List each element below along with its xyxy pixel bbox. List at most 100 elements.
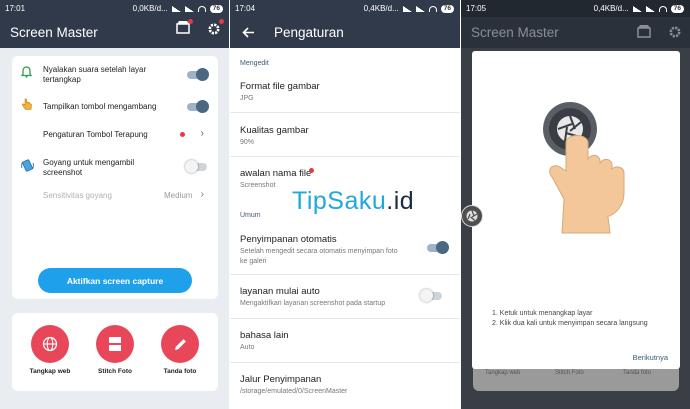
setting-title: Kualitas gambar	[240, 125, 309, 136]
web-capture-button[interactable]: Tangkap web	[20, 325, 80, 375]
setting-auto-start-service[interactable]: layanan mulai auto Mengaktifkan layanan …	[230, 275, 460, 319]
app-bar: Pengaturan	[230, 17, 460, 48]
wifi-icon	[658, 5, 667, 12]
floating-button-settings-row[interactable]: Pengaturan Tombol Terapung ›	[12, 126, 218, 142]
setting-image-quality[interactable]: Kualitas gambar 90%	[230, 113, 460, 157]
clapper-icon	[637, 25, 651, 38]
shutter-icon	[466, 210, 478, 222]
stitch-icon	[109, 337, 121, 351]
shake-sensitivity-row[interactable]: Sensitivitas goyang Medium ›	[12, 187, 218, 203]
setting-value: JPG	[240, 95, 254, 102]
signal-icon	[645, 5, 655, 12]
gallery-button[interactable]	[176, 19, 193, 39]
network-speed: 0,4KB/d...	[363, 4, 399, 13]
header-area: 17:04 0,4KB/d... 76 Pengaturan	[230, 0, 460, 48]
setting-language[interactable]: bahasa lain Auto	[230, 319, 460, 363]
setting-title: layanan mulai auto	[240, 286, 320, 297]
enable-capture-button[interactable]: Aktifkan screen capture	[38, 268, 192, 293]
mode-label: Tanda foto	[163, 368, 197, 375]
shake-phone-icon	[21, 159, 34, 172]
mode-label: Tangkap web	[29, 368, 71, 375]
battery-icon: 76	[440, 4, 454, 13]
setting-title: bahasa lain	[240, 330, 289, 341]
floating-button-toggle[interactable]	[187, 100, 209, 113]
wifi-icon	[197, 5, 206, 12]
screenshot-composite: 17:01 0,0KB/d... 76 Screen Master Nyalak…	[0, 0, 690, 409]
globe-icon	[42, 336, 58, 352]
section-header-editing: Mengedit	[240, 60, 269, 67]
setting-title: awalan nama file	[240, 168, 312, 179]
battery-icon: 76	[209, 4, 223, 13]
setting-file-format[interactable]: Format file gambar JPG	[230, 70, 460, 113]
setting-label: Nyalakan suara setelah layar tertangkap	[43, 65, 147, 84]
auto-start-toggle[interactable]	[420, 289, 442, 302]
status-time: 17:05	[466, 4, 487, 13]
instructions: 1. Ketuk untuk menangkap layar 2. Klik d…	[492, 310, 648, 327]
section-header-general: Umum	[240, 212, 261, 219]
status-bar: 17:01 0,0KB/d... 76	[0, 0, 229, 17]
signal-icon	[402, 5, 412, 12]
mark-photo-button[interactable]: Tanda foto	[150, 325, 210, 375]
setting-value: 90%	[240, 139, 255, 146]
chevron-right-icon: ›	[200, 189, 204, 200]
notification-dot	[188, 19, 193, 24]
sensitivity-value: Medium	[164, 191, 193, 200]
signal-icon	[632, 5, 642, 12]
settings-card: Nyalakan suara setelah layar tertangkap …	[12, 56, 218, 299]
settings-button[interactable]	[207, 19, 224, 41]
mode-label: Stitch Foto	[98, 368, 132, 375]
notification-dot	[180, 132, 185, 137]
setting-value: Mengaktifkan layanan screenshot pada sta…	[240, 300, 386, 307]
sound-after-capture-row[interactable]: Nyalakan suara setelah layar tertangkap	[12, 64, 218, 92]
setting-value: /storage/emulated/0/ScreenMaster	[240, 388, 348, 395]
stitch-photo-button[interactable]: Stitch Foto	[85, 325, 145, 375]
modes-card: Tangkap web Stitch Foto Tanda foto	[12, 313, 218, 391]
setting-label: Pengaturan Tombol Terapung	[43, 130, 148, 139]
gear-icon	[669, 26, 681, 38]
tutorial-screen: 17:05 0,4KB/d... 76 Screen Master Tangka…	[461, 0, 690, 409]
gear-icon	[208, 23, 220, 35]
app-bar: Screen Master	[0, 17, 229, 48]
setting-storage-path[interactable]: Jalur Penyimpanan /storage/emulated/0/Sc…	[230, 363, 460, 409]
hand-pointer-icon	[22, 98, 32, 110]
tutorial-dialog: 1. Ketuk untuk menangkap layar 2. Klik d…	[472, 51, 680, 369]
status-time: 17:04	[235, 4, 256, 13]
battery-icon: 76	[670, 4, 684, 13]
setting-title: Penyimpanan otomatis	[240, 234, 337, 245]
floating-capture-button[interactable]	[461, 205, 483, 227]
sound-toggle[interactable]	[187, 68, 209, 81]
shake-toggle[interactable]	[185, 160, 207, 173]
signal-icon	[171, 5, 181, 12]
setting-title: Jalur Penyimpanan	[240, 374, 322, 385]
setting-label: Tampilkan tombol mengambang	[43, 102, 157, 111]
setting-auto-save[interactable]: Penyimpanan otomatis Setelah mengedit se…	[230, 224, 460, 275]
back-arrow-icon[interactable]	[242, 27, 255, 38]
page-title: Pengaturan	[274, 25, 344, 40]
pencil-icon	[174, 338, 186, 350]
next-button[interactable]: Berikutnya	[633, 353, 668, 362]
tap-illustration	[543, 102, 625, 234]
app-title: Screen Master	[471, 25, 559, 40]
signal-icon	[415, 5, 425, 12]
notification-dot	[309, 168, 314, 173]
bell-icon	[21, 66, 32, 78]
shake-to-capture-row[interactable]: Goyang untuk mengambil screenshot	[12, 156, 218, 184]
auto-save-toggle[interactable]	[427, 241, 449, 254]
app-bar-dimmed: Screen Master	[461, 17, 690, 48]
wifi-icon	[428, 5, 437, 12]
setting-title: Format file gambar	[240, 81, 320, 92]
header-area: 17:01 0,0KB/d... 76 Screen Master	[0, 0, 229, 48]
status-bar: 17:05 0,4KB/d... 76	[461, 0, 690, 17]
network-speed: 0,4KB/d...	[593, 4, 629, 13]
notification-dot	[219, 19, 224, 24]
setting-value: Auto	[240, 344, 255, 351]
network-speed: 0,0KB/d...	[132, 4, 168, 13]
app-title: Screen Master	[10, 25, 98, 40]
main-screen: 17:01 0,0KB/d... 76 Screen Master Nyalak…	[0, 0, 229, 409]
floating-button-row[interactable]: Tampilkan tombol mengambang	[12, 98, 218, 115]
setting-label: Goyang untuk mengambil screenshot	[43, 158, 135, 177]
status-bar: 17:04 0,4KB/d... 76	[230, 0, 460, 17]
setting-label: Sensitivitas goyang	[43, 191, 112, 200]
setting-value: Setelah mengedit secara otomatis menyimp…	[240, 248, 398, 265]
status-time: 17:01	[5, 4, 26, 13]
